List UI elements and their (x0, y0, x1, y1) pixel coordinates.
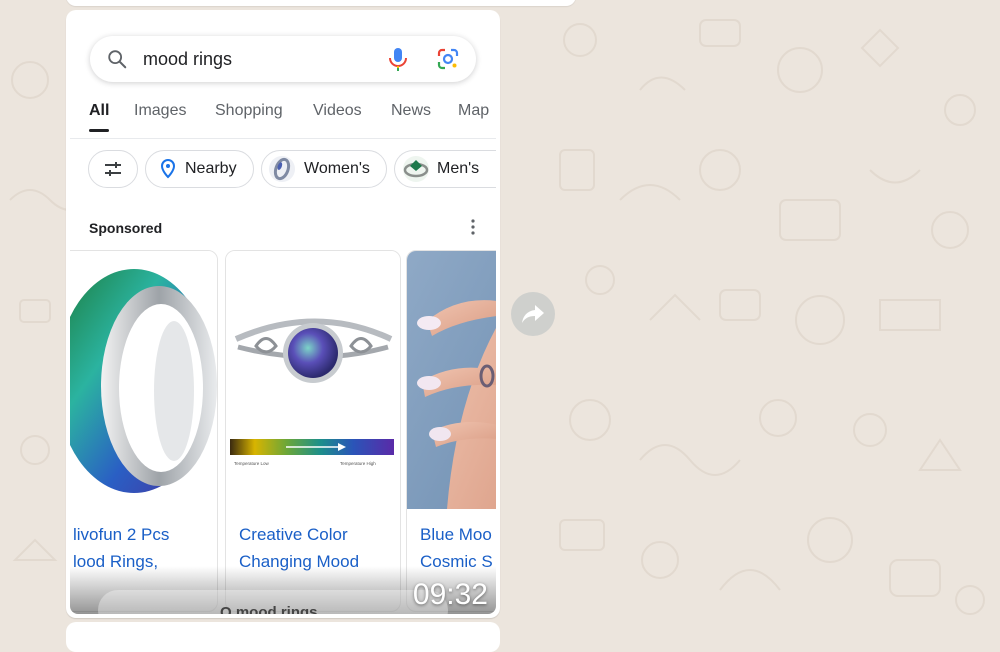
search-bar[interactable]: mood rings (90, 36, 476, 82)
search-query[interactable]: mood rings (143, 49, 232, 70)
filter-chip-womens[interactable]: Women's (261, 150, 387, 188)
search-tabs: All Images Shopping Videos News Map (70, 102, 496, 134)
filter-chip-tune[interactable] (88, 150, 138, 188)
more-options-icon[interactable] (470, 218, 476, 236)
tab-all[interactable]: All (89, 102, 109, 120)
mood-ring-product-image: Temperature Low Temperature High (226, 251, 400, 509)
next-message-bubble (66, 622, 500, 652)
previous-message-bubble (66, 0, 576, 6)
chip-label-womens: Women's (304, 160, 370, 177)
ring-thumbnail-icon (269, 156, 295, 182)
tab-videos[interactable]: Videos (313, 102, 362, 120)
filter-chip-nearby[interactable]: Nearby (145, 150, 254, 188)
ring-thumbnail-icon (403, 156, 429, 182)
filter-chip-mens[interactable]: Men's (394, 150, 496, 188)
mood-ring-product-image (407, 251, 496, 509)
sponsored-label: Sponsored (89, 220, 163, 236)
mood-ring-product-image (70, 251, 217, 509)
chip-label-mens: Men's (437, 160, 480, 177)
tabs-divider (70, 138, 496, 139)
google-lens-icon[interactable] (436, 47, 460, 71)
forward-button[interactable] (511, 292, 555, 336)
tab-news[interactable]: News (391, 102, 431, 120)
product-card[interactable]: Blue Moo Cosmic S (406, 250, 496, 612)
scale-high-label: Temperature High (340, 461, 376, 466)
product-card[interactable]: Temperature Low Temperature High Creativ… (225, 250, 401, 612)
tune-icon (105, 162, 121, 176)
chip-label-nearby: Nearby (185, 160, 237, 177)
scale-low-label: Temperature Low (234, 461, 270, 466)
bottom-search-query: Q mood rings (220, 604, 318, 614)
shared-screenshot[interactable]: mood rings All Images Shopping Videos Ne… (70, 14, 496, 614)
microphone-icon[interactable] (386, 46, 410, 72)
message-timestamp: 09:32 (412, 578, 488, 611)
tab-maps[interactable]: Map (458, 102, 489, 120)
forward-icon (522, 305, 544, 323)
location-pin-icon (160, 159, 176, 179)
image-message-bubble[interactable]: mood rings All Images Shopping Videos Ne… (66, 10, 500, 618)
active-tab-indicator (89, 129, 109, 132)
tab-shopping[interactable]: Shopping (215, 102, 283, 120)
product-card[interactable]: livofun 2 Pcs lood Rings, (70, 250, 218, 612)
tab-images[interactable]: Images (134, 102, 186, 120)
search-icon (108, 50, 127, 69)
